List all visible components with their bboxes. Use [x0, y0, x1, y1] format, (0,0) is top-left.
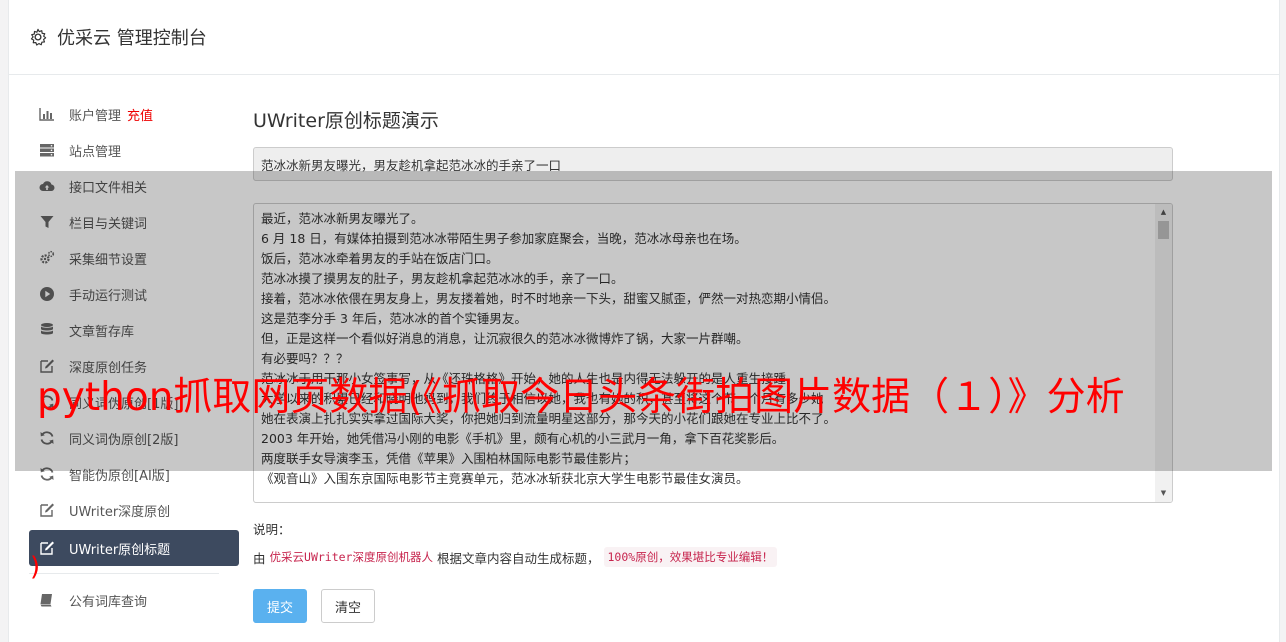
sidebar-item-label: UWriter深度原创	[69, 504, 171, 520]
page-header-title: 优采云 管理控制台	[57, 28, 207, 49]
description-prefix: 由	[253, 550, 266, 566]
sidebar-item-sites[interactable]: 站点管理	[29, 132, 239, 168]
book-icon	[40, 594, 52, 607]
server-icon	[40, 144, 54, 157]
robot-name-highlight: 优采云UWriter深度原创机器人	[269, 550, 433, 564]
sidebar-item-uwriter-title[interactable]: UWriter原创标题	[29, 530, 239, 566]
scroll-down-arrow-icon[interactable]: ▼	[1155, 485, 1172, 502]
sidebar-item-label: UWriter原创标题	[69, 542, 171, 558]
sidebar-item-uwriter-deep[interactable]: UWriter深度原创	[29, 492, 239, 528]
article-line: 《观音山》入围东京国际电影节主竞赛单元，范冰冰斩获北京大学生电影节最佳女演员。	[261, 471, 749, 486]
gear-icon	[30, 28, 47, 46]
form-buttons: 提交 清空	[253, 589, 1173, 623]
sidebar-item-label: 公有词库查询	[69, 594, 148, 610]
edit-icon	[40, 541, 54, 555]
console-header: 优采云 管理控制台	[9, 0, 1279, 75]
page-title: UWriter原创标题演示	[253, 110, 439, 132]
description-middle: 根据文章内容自动生成标题，	[436, 550, 600, 566]
original-quality-badge: 100%原创，效果堪比专业编辑！	[603, 547, 778, 567]
edit-icon	[40, 503, 54, 517]
submit-button[interactable]: 提交	[253, 589, 307, 623]
banner-paren: )	[30, 552, 41, 582]
description-label: 说明：	[253, 522, 291, 537]
sidebar-item-label: 账户管理	[69, 108, 122, 124]
sidebar-divider	[29, 573, 219, 574]
clear-button[interactable]: 清空	[321, 589, 375, 623]
banner-title: python抓取网页数据(《抓取今日头条街拍图片数据（１）》分析	[37, 375, 1125, 420]
recharge-link[interactable]: 充值	[127, 105, 153, 124]
sidebar-item-label: 站点管理	[69, 144, 122, 160]
bar-chart-icon	[39, 108, 54, 121]
description-text: 由 优采云UWriter深度原创机器人 根据文章内容自动生成标题， 100%原创…	[253, 547, 1173, 567]
sidebar-item-public-lexicon[interactable]: 公有词库查询	[29, 582, 239, 618]
sidebar-item-account[interactable]: 账户管理 充值	[29, 96, 239, 132]
